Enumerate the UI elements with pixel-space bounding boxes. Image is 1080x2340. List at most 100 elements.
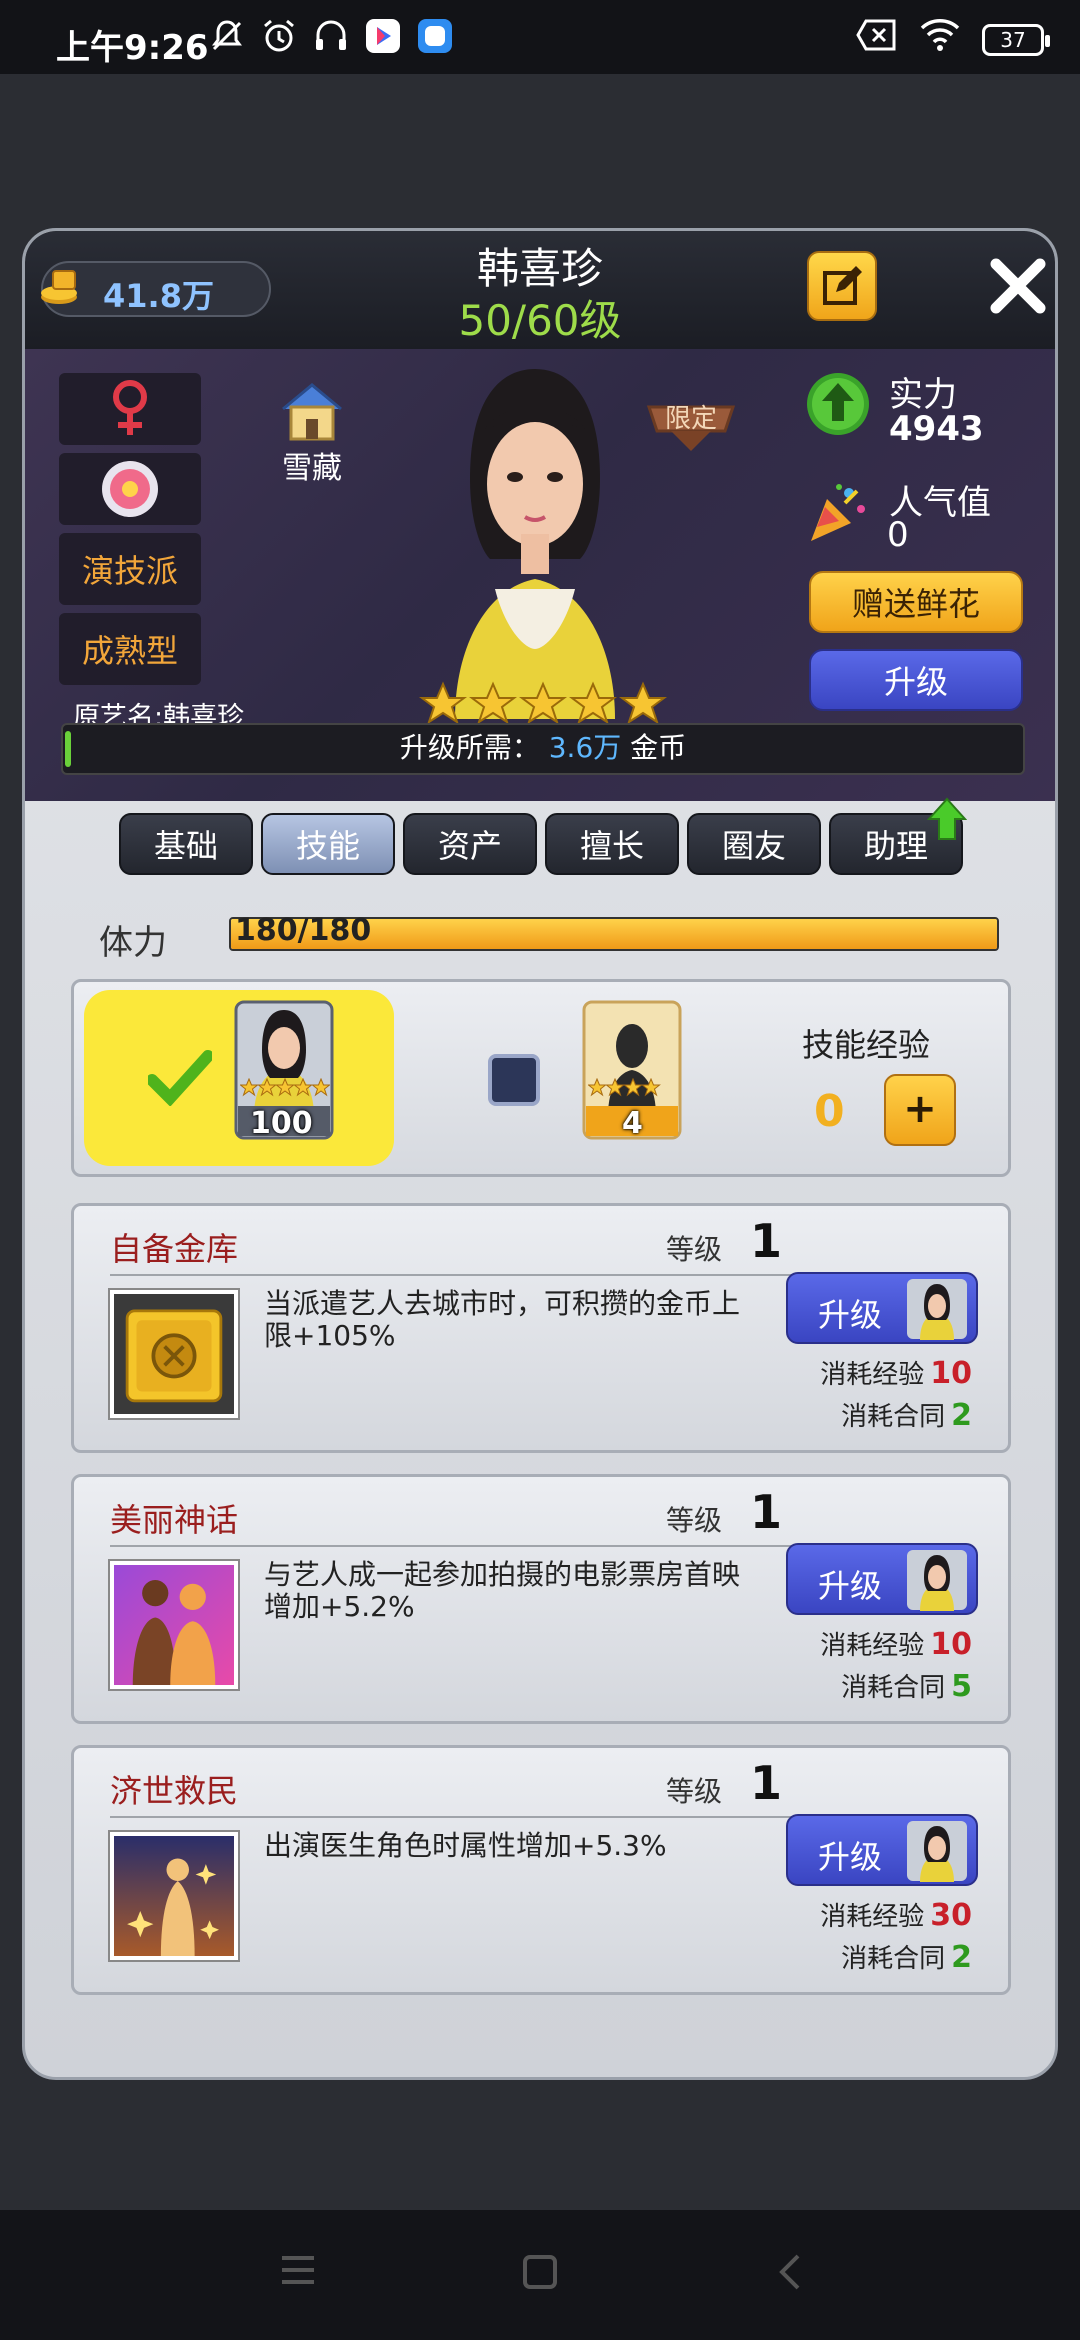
sparkle-figure-icon [110,1832,238,1960]
battery-icon: 37 [982,23,1050,56]
play-app-icon [361,16,405,56]
character-level: 50/60级 [458,296,622,345]
cost-contract: 消耗合同 5 [841,1669,972,1704]
skill-description: 与艺人成一起参加拍摄的电影票房首映增加+5.2% [264,1558,741,1623]
character-upgrade-button[interactable]: 升级 [809,649,1023,711]
home-label: 雪藏 [282,451,342,486]
upgrade-arrow-icon [927,797,967,840]
upgrade-need-label: 升级所需： [399,731,540,764]
character-mini-icon [907,1550,967,1611]
alarm-icon [257,16,301,56]
strength-up-icon [807,373,869,435]
party-popper-icon [811,484,865,541]
badge-tag [59,453,201,525]
close-button[interactable] [985,253,1051,319]
menu-icon[interactable] [280,2254,316,2286]
home-icon[interactable] [522,2254,558,2290]
status-bar: 上午9:26 37 [0,0,1080,74]
skill-exp-title: 技能经验 [802,1026,931,1064]
cost-contract: 消耗合同 2 [841,1398,972,1433]
skill-description: 当派遣艺人去城市时，可积攒的金币上限+105% [264,1287,741,1352]
female-symbol-icon [113,380,147,435]
skill-upgrade-button[interactable]: 升级 [786,1814,978,1886]
cost-exp: 消耗经验 10 [820,1356,972,1391]
cost-exp: 消耗经验 10 [820,1627,972,1662]
card1-stars-icon [240,1078,330,1097]
character-portrait [455,369,615,719]
tab-friends[interactable]: 圈友 [687,813,821,875]
tab-specialty[interactable]: 擅长 [545,813,679,875]
no-sim-icon [856,18,898,61]
card2-count: 4 [622,1106,643,1141]
skill-level-label: 等级 [666,1775,723,1808]
gift-flowers-button[interactable]: 赠送鲜花 [809,571,1023,633]
cost-exp: 消耗经验 30 [820,1898,972,1933]
cost-contract: 消耗合同 2 [841,1940,972,1975]
card1-count: 100 [250,1106,313,1141]
close-icon [990,258,1046,314]
skill-card: 自备金库 等级 1 当派遣艺人去城市时，可积攒的金币上限+105% 升级 消耗经… [71,1203,1011,1453]
app-icon [413,16,457,56]
back-icon[interactable] [778,2254,802,2290]
upgrade-need-value: 3.6万 [548,731,622,764]
limited-badge: 限定 [646,404,736,451]
star-icon [569,681,617,725]
star-icon [469,681,517,725]
star-rating [419,681,667,729]
system-nav-bar [0,2210,1080,2340]
skill-exp-value: 0 [814,1086,845,1137]
dialog-header: 41.8万 韩喜珍 50/60级 [25,231,1055,349]
skill-name: 济世救民 [110,1772,239,1810]
skill-level: 1 [750,1756,783,1810]
skill-upgrade-button[interactable]: 升级 [786,1543,978,1615]
skill-level-label: 等级 [666,1233,723,1266]
tag-acting: 演技派 [59,533,201,605]
status-time: 上午9:26 [56,28,209,68]
home-status: 雪藏 [257,379,367,487]
upgrade-need-unit: 金币 [630,731,687,764]
skill-name: 美丽神话 [110,1501,239,1539]
flower-badge-icon [102,461,158,517]
character-mini-icon [907,1279,967,1340]
popularity-value: 0 [887,515,909,555]
card2-stars-icon [588,1078,661,1097]
skill-description: 出演医生角色时属性增加+5.3% [264,1829,667,1862]
character-dialog: 41.8万 韩喜珍 50/60级 演技派 成熟型 雪藏 原艺名:韩喜珍 限定 实… [22,228,1058,2080]
skill-upgrade-label: 升级 [818,1567,883,1605]
upgrade-requirement-bar: 升级所需： 3.6万 金币 [61,723,1025,775]
headset-icon [309,16,353,56]
add-exp-button[interactable]: + [884,1074,956,1146]
skill-level: 1 [750,1214,783,1268]
skill-upgrade-label: 升级 [818,1838,883,1876]
star-icon [619,681,667,725]
checkmark-icon [148,1050,212,1106]
two-women-icon [110,1561,238,1689]
tab-bar: 基础 技能 资产 擅长 圈友 助理 [119,813,963,875]
skill-level-label: 等级 [666,1504,723,1537]
stamina-label: 体力 [99,923,167,963]
card2-checkbox[interactable] [488,1054,540,1106]
star-icon [519,681,567,725]
strength-value: 4943 [889,409,984,449]
limited-text: 限定 [665,404,717,434]
tab-basic[interactable]: 基础 [119,813,253,875]
gender-tag [59,373,201,445]
house-icon [282,383,342,441]
skill-upgrade-label: 升级 [818,1296,883,1334]
tab-assets[interactable]: 资产 [403,813,537,875]
safe-icon [110,1290,238,1418]
skill-upgrade-button[interactable]: 升级 [786,1272,978,1344]
star-icon [419,681,467,725]
wifi-icon [920,18,960,61]
skill-name: 自备金库 [110,1230,239,1268]
tab-skills[interactable]: 技能 [261,813,395,875]
skill-card: 美丽神话 等级 1 与艺人成一起参加拍摄的电影票房首映增加+5.2% 升级 消耗… [71,1474,1011,1724]
character-hero: 演技派 成熟型 雪藏 原艺名:韩喜珍 限定 实力 4943 人气值 0 赠送鲜花… [25,349,1055,801]
tag-mature: 成熟型 [59,613,201,685]
edit-button[interactable] [807,251,877,321]
stamina-value: 180/180 [235,913,372,948]
skill-card: 济世救民 等级 1 出演医生角色时属性增加+5.3% 升级 消耗经验 30 消耗合… [71,1745,1011,1995]
skill-exp-panel: 100 4 技能经验 0 + [71,979,1011,1177]
edit-icon [823,266,862,305]
character-mini-icon [907,1821,967,1882]
